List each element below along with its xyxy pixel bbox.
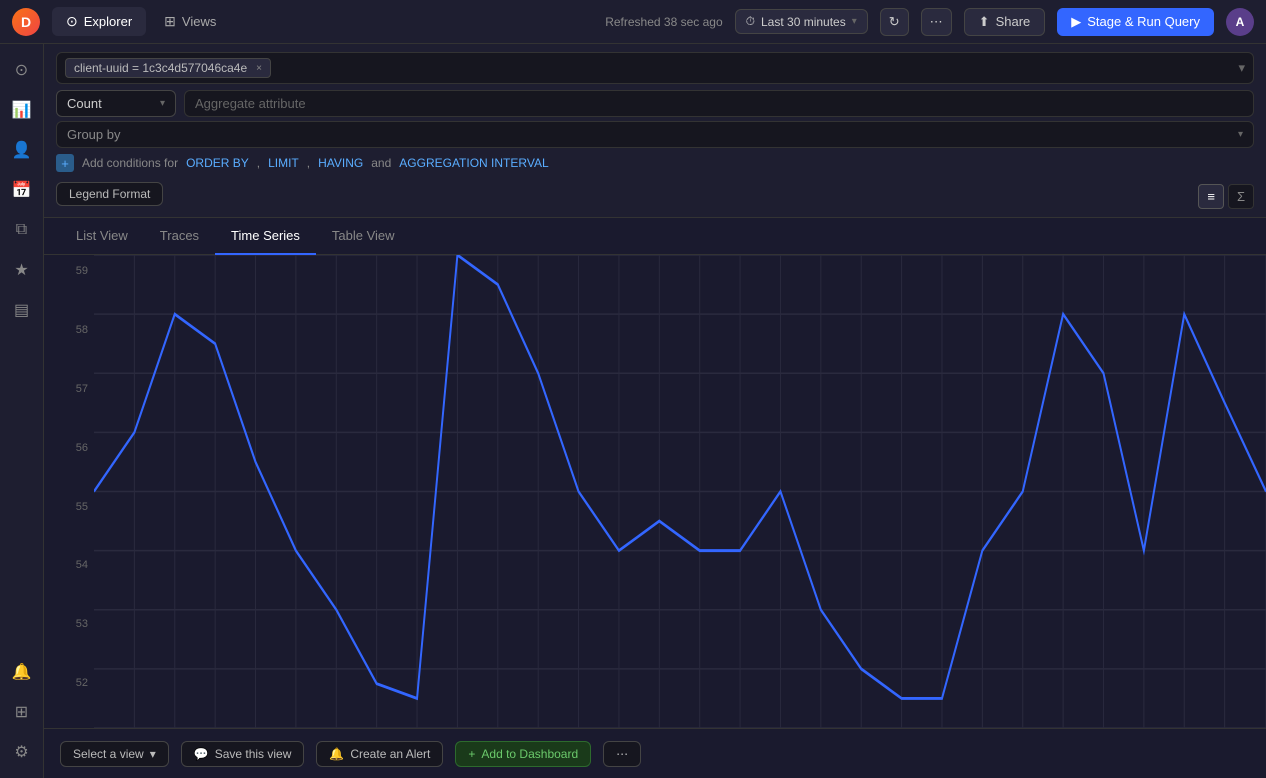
qb-toolbar: ≡ Σ: [1198, 184, 1254, 209]
aggregate-select[interactable]: Count ▾: [56, 90, 176, 117]
save-view-button[interactable]: 💬 Save this view: [181, 741, 305, 767]
more-options-button[interactable]: ⋯: [603, 741, 641, 767]
time-series-chart: [94, 255, 1266, 728]
sidebar-icon-bell[interactable]: 🔔: [4, 654, 40, 690]
aggregation-interval-link[interactable]: AGGREGATION INTERVAL: [399, 156, 548, 170]
add-condition-icon[interactable]: +: [56, 154, 74, 172]
alert-icon: 🔔: [329, 747, 344, 761]
create-alert-button[interactable]: 🔔 Create an Alert: [316, 741, 443, 767]
sidebar-icon-star[interactable]: ★: [4, 252, 40, 288]
sidebar: ⊙ 📊 👤 📅 ⧉ ★ ▤ 🔔 ⊞ ⚙: [0, 44, 44, 778]
tab-time-series[interactable]: Time Series: [215, 218, 316, 255]
chart-line: [94, 255, 1266, 698]
sidebar-icon-monitor[interactable]: ▤: [4, 292, 40, 328]
group-by-arrow-icon: ▾: [1238, 129, 1243, 140]
filter-chip-label: client-uuid = 1c3c4d577046ca4e: [74, 61, 247, 75]
conditions-prefix: Add conditions for: [82, 156, 178, 170]
view-tabs: List View Traces Time Series Table View: [44, 218, 1266, 255]
sidebar-icon-settings[interactable]: ⚙: [4, 734, 40, 770]
time-range-selector[interactable]: ⏱ Last 30 minutes ▾: [735, 9, 868, 34]
query-builder: client-uuid = 1c3c4d577046ca4e × ▾ Count…: [44, 44, 1266, 218]
sigma-tool-button[interactable]: Σ: [1228, 184, 1254, 209]
conditions-row: + Add conditions for ORDER BY , LIMIT , …: [56, 154, 1254, 172]
having-link[interactable]: HAVING: [318, 156, 363, 170]
more-icon: ⋯: [616, 747, 628, 761]
refresh-info: Refreshed 38 sec ago: [605, 15, 722, 29]
aggregate-row: Count ▾ Aggregate attribute: [56, 90, 1254, 117]
tab-list-view[interactable]: List View: [60, 218, 144, 255]
y-axis-labels: 59 58 57 56 55 54 53 52 51: [44, 255, 94, 778]
aggregate-arrow-icon: ▾: [160, 98, 165, 109]
play-icon: ▶: [1071, 14, 1081, 30]
run-query-button[interactable]: ▶ Stage & Run Query: [1057, 8, 1214, 36]
sidebar-icon-compass[interactable]: ⊙: [4, 52, 40, 88]
aggregate-attribute-input[interactable]: Aggregate attribute: [184, 90, 1254, 117]
sidebar-icon-grid[interactable]: ⊞: [4, 694, 40, 730]
top-nav: D ⊙ Explorer ⊞ Views Refreshed 38 sec ag…: [0, 0, 1266, 44]
explorer-icon: ⊙: [66, 13, 78, 30]
views-icon: ⊞: [164, 13, 176, 30]
clock-icon: ⏱: [746, 14, 755, 29]
avatar[interactable]: A: [1226, 8, 1254, 36]
chevron-down-icon: ▾: [852, 16, 857, 27]
bottom-action-bar: Select a view ▾ 💬 Save this view 🔔 Creat…: [44, 728, 1266, 778]
chart-area: 59 58 57 56 55 54 53 52 51: [44, 255, 1266, 778]
options-button[interactable]: ⋯: [921, 8, 952, 36]
filter-chip: client-uuid = 1c3c4d577046ca4e ×: [65, 58, 271, 78]
table-view-tool-button[interactable]: ≡: [1198, 184, 1224, 209]
sidebar-icon-chart[interactable]: 📊: [4, 92, 40, 128]
legend-format-button[interactable]: Legend Format: [56, 182, 163, 206]
select-view-arrow-icon: ▾: [150, 747, 156, 761]
select-view-dropdown[interactable]: Select a view ▾: [60, 741, 169, 767]
nav-tab-explorer[interactable]: ⊙ Explorer: [52, 7, 146, 36]
tab-table-view[interactable]: Table View: [316, 218, 411, 255]
nav-tab-explorer-label: Explorer: [84, 14, 132, 29]
select-view-label: Select a view: [73, 747, 144, 761]
add-to-dashboard-button[interactable]: + Add to Dashboard: [455, 741, 591, 767]
main-layout: ⊙ 📊 👤 📅 ⧉ ★ ▤ 🔔 ⊞ ⚙ client-uuid = 1c3c4d…: [0, 44, 1266, 778]
sidebar-icon-calendar[interactable]: 📅: [4, 172, 40, 208]
filter-expand-icon[interactable]: ▾: [1238, 60, 1245, 76]
share-button[interactable]: ⬆ Share: [964, 8, 1046, 36]
save-icon: 💬: [194, 747, 209, 761]
limit-link[interactable]: LIMIT: [268, 156, 299, 170]
aggregate-label: Count: [67, 96, 102, 111]
filter-row: client-uuid = 1c3c4d577046ca4e × ▾: [56, 52, 1254, 84]
tab-traces[interactable]: Traces: [144, 218, 215, 255]
sidebar-icon-people[interactable]: 👤: [4, 132, 40, 168]
group-by-label: Group by: [67, 127, 120, 142]
add-to-dashboard-icon: +: [468, 747, 475, 761]
sidebar-icon-layers[interactable]: ⧉: [4, 212, 40, 248]
refresh-button[interactable]: ↻: [880, 8, 909, 36]
top-nav-right: Refreshed 38 sec ago ⏱ Last 30 minutes ▾…: [605, 8, 1254, 36]
time-range-label: Last 30 minutes: [761, 15, 846, 29]
group-by-row[interactable]: Group by ▾: [56, 121, 1254, 148]
nav-tab-views-label: Views: [182, 14, 216, 29]
share-icon: ⬆: [979, 14, 990, 30]
content-area: client-uuid = 1c3c4d577046ca4e × ▾ Count…: [44, 44, 1266, 778]
app-logo: D: [12, 8, 40, 36]
filter-chip-remove[interactable]: ×: [256, 63, 262, 74]
chart-svg-container: [94, 255, 1266, 728]
order-by-link[interactable]: ORDER BY: [186, 156, 249, 170]
nav-tab-views[interactable]: ⊞ Views: [150, 7, 230, 36]
